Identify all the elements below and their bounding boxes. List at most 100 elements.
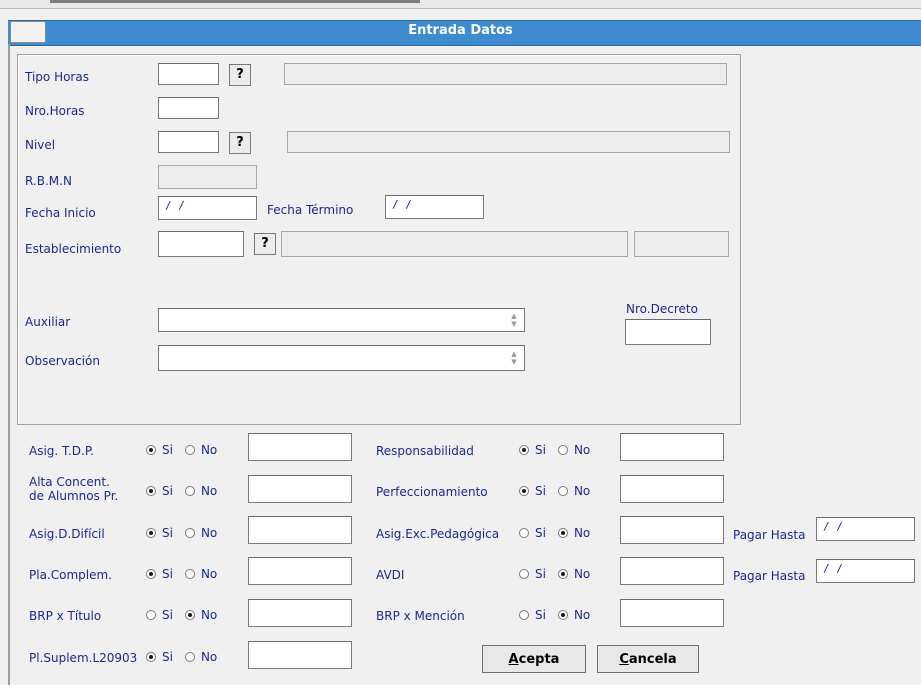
establecimiento-help-button[interactable]: ? — [254, 233, 276, 255]
asig-tdp-no-radio[interactable] — [184, 445, 195, 455]
brp-titulo-si-radio[interactable] — [146, 610, 156, 620]
rbmn-field — [158, 165, 257, 189]
pla-complem-value-input[interactable] — [248, 557, 352, 585]
tipo-horas-code-input[interactable] — [158, 63, 219, 85]
nro-decreto-input[interactable] — [625, 319, 711, 345]
auxiliar-label: Auxiliar — [25, 315, 71, 329]
responsabilidad-no-radio[interactable] — [557, 445, 568, 455]
perfeccionamiento-value-input[interactable] — [620, 475, 724, 503]
avdi-value-input[interactable] — [620, 557, 724, 585]
observacion-textarea[interactable] — [158, 345, 525, 371]
scroll-down-icon[interactable]: ▼ — [511, 358, 516, 366]
asig-tdp-radio-group: Si No — [146, 443, 217, 457]
window-title: Entrada Datos — [408, 23, 513, 38]
no-option-label: No — [573, 608, 591, 622]
no-option-label: No — [573, 443, 591, 457]
perfeccionamiento-label: Perfeccionamiento — [376, 485, 488, 499]
si-option-label: Si — [535, 443, 546, 457]
asig-exc-pedagogica-no-radio[interactable] — [557, 528, 568, 538]
avdi-si-radio[interactable] — [519, 569, 529, 579]
si-option-label: Si — [162, 608, 173, 622]
perfeccionamiento-no-radio[interactable] — [557, 486, 568, 496]
asig-exc-pedagogica-label: Asig.Exc.Pedagógica — [376, 527, 500, 541]
si-option-label: Si — [535, 526, 546, 540]
asig-exc-pedagogica-radio-group: Si No — [519, 526, 590, 540]
responsabilidad-radio-group: Si No — [519, 443, 590, 457]
pla-complem-label: Pla.Complem. — [29, 568, 112, 582]
cancela-label: ancela — [628, 651, 677, 667]
alta-concent-radio-group: Si No — [146, 484, 217, 498]
brp-titulo-radio-group: Si No — [146, 608, 217, 622]
fecha-inicio-input[interactable]: / / — [158, 196, 257, 220]
pl-suplem-value-input[interactable] — [248, 641, 352, 669]
asig-tdp-si-radio[interactable] — [146, 445, 156, 455]
scroll-up-icon[interactable]: ▲ — [511, 312, 516, 320]
asig-d-dificil-si-radio[interactable] — [146, 528, 156, 538]
no-option-label: No — [200, 608, 218, 622]
responsabilidad-si-radio[interactable] — [519, 445, 529, 455]
pla-complem-no-radio[interactable] — [184, 569, 195, 579]
perfeccionamiento-radio-group: Si No — [519, 484, 590, 498]
acepta-button[interactable]: Acepta — [482, 645, 586, 673]
cancela-mnemonic: C — [619, 651, 629, 667]
alta-concent-value-input[interactable] — [248, 475, 352, 503]
responsabilidad-value-input[interactable] — [620, 433, 724, 461]
question-mark-icon: ? — [261, 236, 269, 251]
nro-horas-label: Nro.Horas — [25, 104, 85, 118]
brp-titulo-value-input[interactable] — [248, 599, 352, 627]
brp-titulo-no-radio[interactable] — [184, 610, 195, 620]
asig-exc-pedagogica-value-input[interactable] — [620, 516, 724, 544]
si-option-label: Si — [162, 443, 173, 457]
tipo-horas-description-field — [284, 63, 727, 85]
pla-complem-si-radio[interactable] — [146, 569, 156, 579]
brp-mencion-no-radio[interactable] — [557, 610, 568, 620]
auxiliar-textarea[interactable] — [158, 308, 525, 332]
fecha-termino-input[interactable]: / / — [385, 195, 484, 219]
brp-mencion-value-input[interactable] — [620, 599, 724, 627]
nro-horas-input[interactable] — [158, 97, 219, 119]
brp-mencion-radio-group: Si No — [519, 608, 590, 622]
avdi-no-radio[interactable] — [557, 569, 568, 579]
nivel-code-input[interactable] — [158, 131, 219, 153]
nivel-label: Nivel — [25, 138, 56, 152]
si-option-label: Si — [162, 484, 173, 498]
pagar-hasta-date-input[interactable]: / / — [816, 559, 915, 583]
brp-mencion-si-radio[interactable] — [519, 610, 529, 620]
question-mark-icon: ? — [236, 67, 244, 82]
alta-concent-si-radio[interactable] — [146, 486, 156, 496]
asig-d-dificil-no-radio[interactable] — [184, 528, 195, 538]
responsabilidad-label: Responsabilidad — [376, 444, 474, 458]
no-option-label: No — [200, 526, 218, 540]
establecimiento-description-field — [281, 231, 628, 257]
nivel-help-button[interactable]: ? — [229, 132, 251, 154]
auxiliar-scroll-arrows[interactable]: ▲ ▼ — [507, 309, 521, 331]
asig-exc-pedagogica-si-radio[interactable] — [519, 528, 529, 538]
asig-d-dificil-label: Asig.D.Difícil — [29, 527, 105, 541]
alta-concent-no-radio[interactable] — [184, 486, 195, 496]
asig-tdp-label: Asig. T.D.P. — [29, 444, 94, 458]
brp-titulo-label: BRP x Título — [29, 609, 102, 623]
si-option-label: Si — [162, 650, 173, 664]
pl-suplem-no-radio[interactable] — [184, 652, 195, 662]
asig-tdp-value-input[interactable] — [248, 433, 352, 461]
pagar-hasta-date-input[interactable]: / / — [816, 517, 915, 541]
establecimiento-label: Establecimiento — [25, 242, 122, 256]
observacion-scroll-arrows[interactable]: ▲ ▼ — [507, 347, 521, 369]
scroll-up-icon[interactable]: ▲ — [511, 350, 516, 358]
acepta-mnemonic: A — [508, 651, 519, 667]
establecimiento-code-input[interactable] — [158, 231, 244, 257]
alta-concent-label-line2: de Alumnos Pr. — [29, 489, 119, 503]
pl-suplem-si-radio[interactable] — [146, 652, 156, 662]
pagar-hasta-label: Pagar Hasta — [733, 569, 806, 583]
scroll-down-icon[interactable]: ▼ — [511, 320, 516, 328]
perfeccionamiento-si-radio[interactable] — [519, 486, 529, 496]
si-option-label: Si — [535, 608, 546, 622]
tipo-horas-help-button[interactable]: ? — [229, 64, 251, 86]
cancela-button[interactable]: Cancela — [597, 645, 699, 673]
asig-d-dificil-value-input[interactable] — [248, 516, 352, 544]
establecimiento-extra-field — [634, 231, 729, 257]
alta-concent-label: Alta Concent. de Alumnos Pr. — [29, 475, 118, 503]
tipo-horas-label: Tipo Horas — [25, 70, 89, 84]
alta-concent-label-line1: Alta Concent. — [29, 475, 110, 489]
no-option-label: No — [200, 443, 218, 457]
